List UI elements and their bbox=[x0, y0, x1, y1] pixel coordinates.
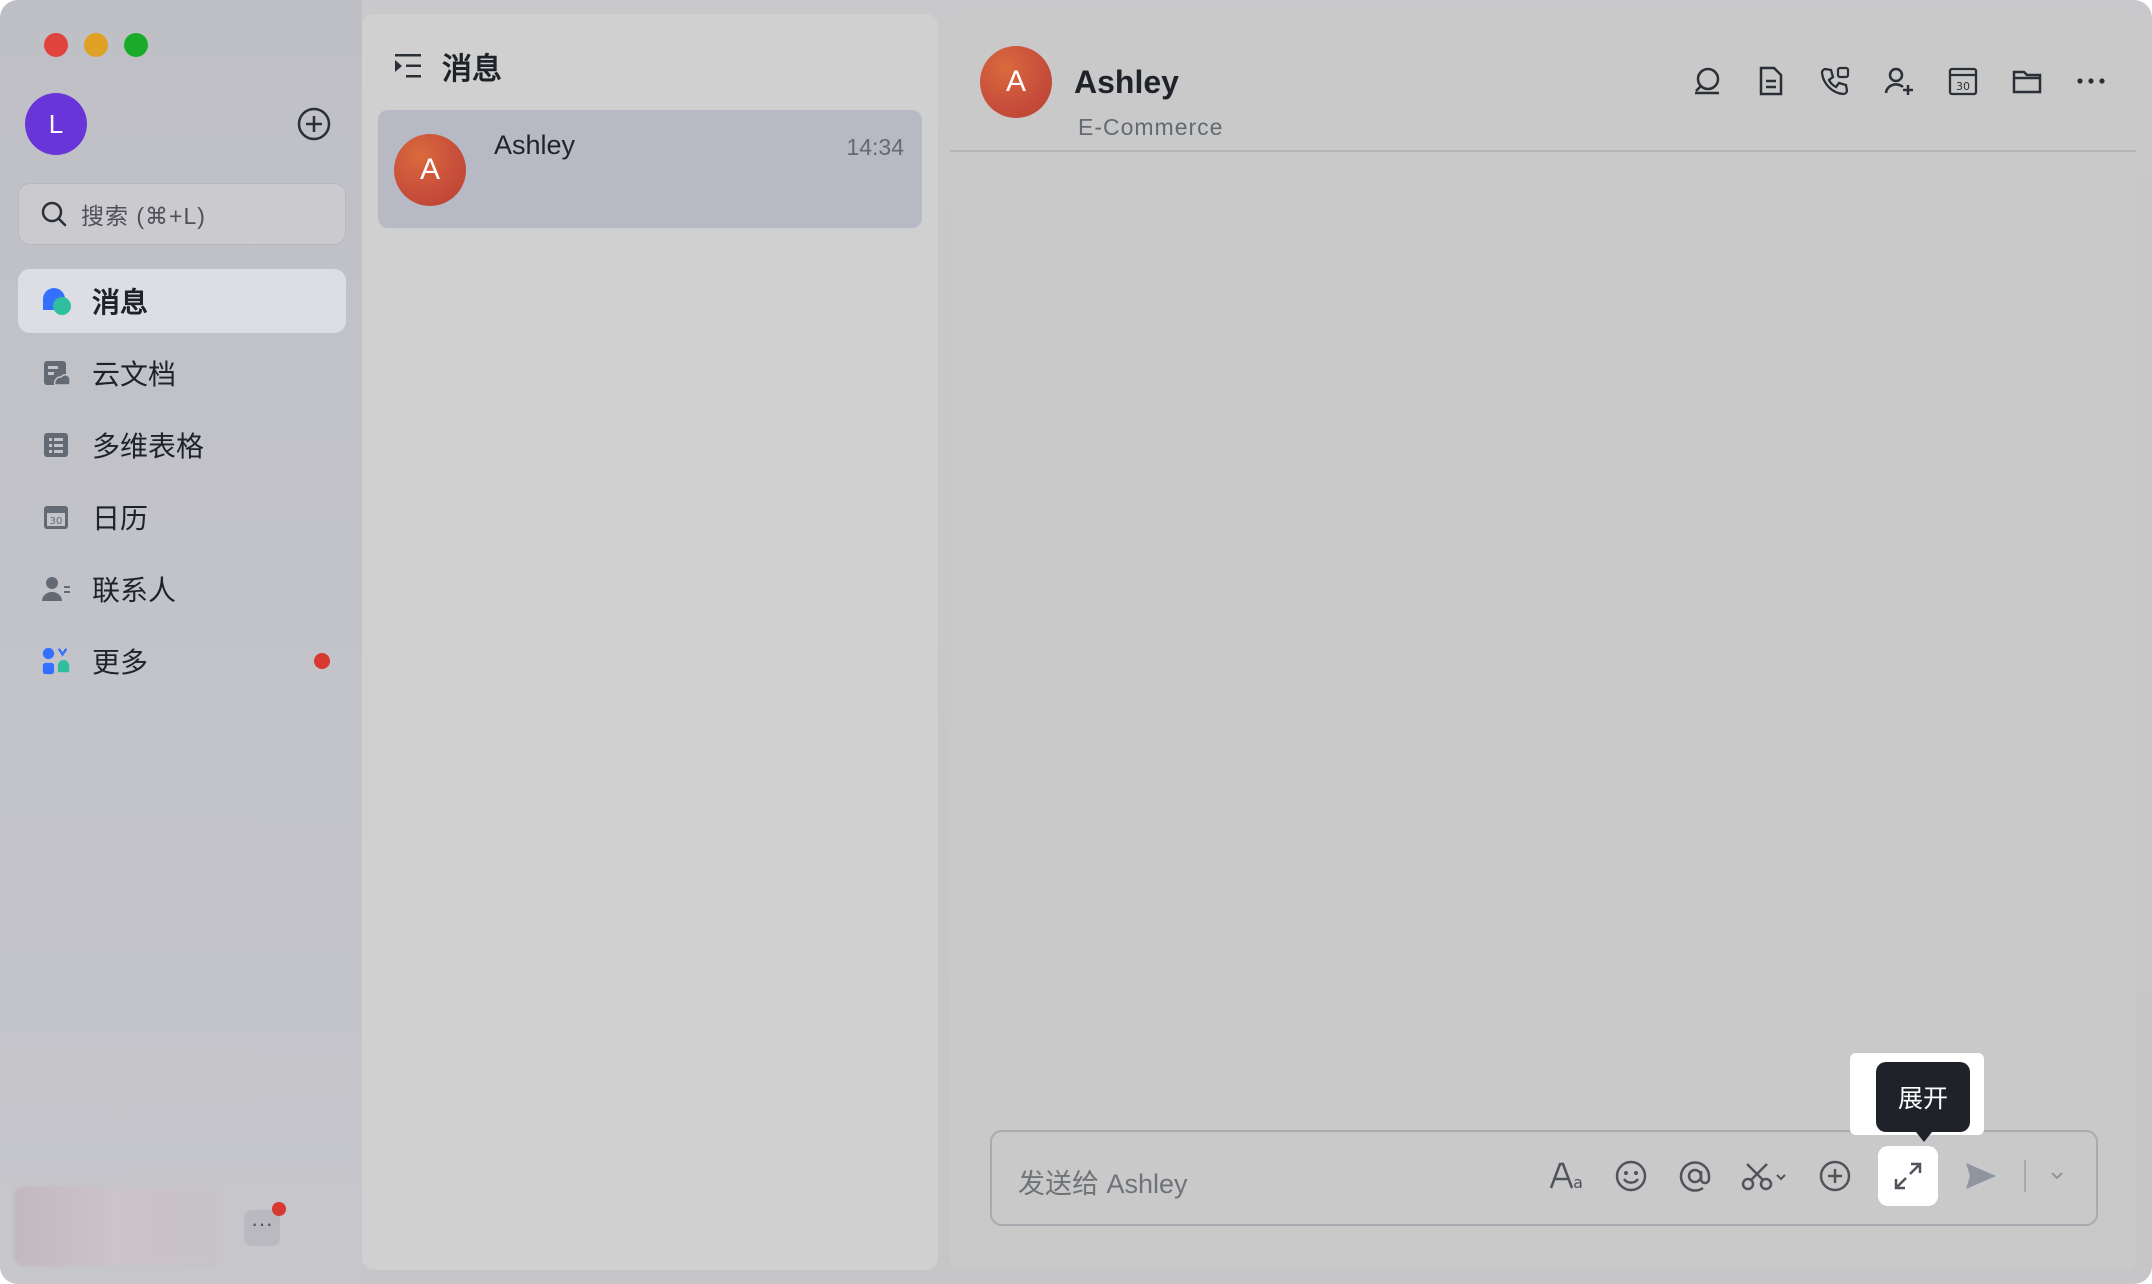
sidebar-item-messages[interactable]: 消息 bbox=[18, 269, 346, 333]
more-options-button[interactable]: ··· bbox=[244, 1202, 286, 1246]
create-new-button[interactable] bbox=[296, 106, 332, 142]
add-member-icon[interactable] bbox=[1882, 64, 1916, 98]
chat-name: Ashley bbox=[494, 130, 576, 160]
expand-button[interactable] bbox=[1878, 1146, 1938, 1206]
contact-avatar: A bbox=[394, 134, 466, 206]
chat-list-title: 消息 bbox=[442, 53, 502, 86]
apps-icon bbox=[40, 645, 72, 677]
sidebar-item-label: 更多 bbox=[92, 647, 149, 678]
sidebar-item-contacts[interactable]: 联系人 bbox=[18, 557, 346, 621]
plus-circle-icon bbox=[297, 107, 331, 141]
collapse-list-icon[interactable] bbox=[392, 52, 424, 80]
svg-text:30: 30 bbox=[50, 516, 63, 527]
notification-dot bbox=[314, 653, 330, 669]
tooltip-text: 展开 bbox=[1897, 1085, 1948, 1113]
chat-time: 14:34 bbox=[846, 134, 904, 160]
close-window-button[interactable] bbox=[44, 33, 68, 57]
app-window: L 搜索 (⌘+L) 消息 云文档 多维表格 30 日历 联系人 更多 ··· … bbox=[0, 0, 2152, 1284]
sidebar-item-label: 联系人 bbox=[92, 575, 177, 606]
emoji-icon[interactable] bbox=[1610, 1154, 1652, 1198]
base-table-icon bbox=[40, 429, 72, 461]
chat-list-item[interactable]: A Ashley 14:34 bbox=[378, 110, 922, 228]
send-icon[interactable] bbox=[1960, 1154, 2002, 1198]
sidebar-item-docs[interactable]: 云文档 bbox=[18, 341, 346, 405]
search-input[interactable]: 搜索 (⌘+L) bbox=[18, 183, 346, 245]
user-avatar[interactable]: L bbox=[25, 93, 87, 155]
blurred-profile-area bbox=[14, 1186, 222, 1266]
cloud-doc-icon bbox=[40, 357, 72, 389]
message-composer[interactable]: 发送给 Ashley a bbox=[990, 1130, 2098, 1226]
sidebar-item-label: 云文档 bbox=[92, 359, 177, 390]
sidebar-item-base[interactable]: 多维表格 bbox=[18, 413, 346, 477]
svg-text:30: 30 bbox=[1956, 80, 1970, 93]
more-label: ··· bbox=[251, 1211, 273, 1236]
screenshot-icon[interactable] bbox=[1738, 1154, 1792, 1198]
mention-icon[interactable] bbox=[1674, 1154, 1716, 1198]
conversation-title[interactable]: Ashley bbox=[1074, 64, 1179, 101]
sidebar: L 搜索 (⌘+L) 消息 云文档 多维表格 30 日历 联系人 更多 ··· bbox=[0, 0, 362, 1284]
phone-call-icon[interactable] bbox=[1818, 64, 1852, 98]
more-icon[interactable] bbox=[2074, 64, 2108, 98]
expand-icon bbox=[1894, 1162, 1922, 1190]
search-icon bbox=[41, 201, 67, 227]
minimize-window-button[interactable] bbox=[84, 33, 108, 57]
composer-placeholder: 发送给 Ashley bbox=[1018, 1169, 1188, 1199]
send-options-icon[interactable] bbox=[2048, 1154, 2066, 1198]
composer-toolbar: a bbox=[1546, 1146, 2066, 1206]
contacts-icon bbox=[40, 573, 72, 605]
text-format-icon[interactable]: a bbox=[1546, 1154, 1588, 1198]
sidebar-item-more[interactable]: 更多 bbox=[18, 629, 346, 693]
sidebar-item-label: 日历 bbox=[92, 503, 149, 534]
sidebar-item-label: 多维表格 bbox=[92, 431, 205, 462]
folder-icon[interactable] bbox=[2010, 64, 2044, 98]
contact-avatar[interactable]: A bbox=[980, 46, 1052, 118]
sidebar-item-calendar[interactable]: 30 日历 bbox=[18, 485, 346, 549]
svg-text:a: a bbox=[1573, 1173, 1583, 1192]
divider bbox=[2024, 1160, 2026, 1192]
conversation-subtitle: E-Commerce bbox=[1078, 114, 1224, 140]
search-chat-icon[interactable] bbox=[1690, 64, 1724, 98]
search-placeholder: 搜索 (⌘+L) bbox=[81, 203, 206, 229]
doc-icon[interactable] bbox=[1754, 64, 1788, 98]
conversation-toolbar: 30 bbox=[1690, 64, 2108, 98]
add-icon[interactable] bbox=[1814, 1154, 1856, 1198]
expand-tooltip: 展开 bbox=[1876, 1062, 1970, 1142]
chat-bubbles-icon bbox=[40, 285, 72, 317]
conversation-header: A Ashley E-Commerce 30 bbox=[950, 14, 2136, 152]
chat-list-panel: 消息 A Ashley 14:34 bbox=[362, 14, 938, 1270]
chat-list-header: 消息 bbox=[392, 44, 502, 88]
zoom-window-button[interactable] bbox=[124, 33, 148, 57]
notification-dot bbox=[272, 1202, 286, 1216]
sidebar-item-label: 消息 bbox=[92, 287, 149, 318]
calendar-icon[interactable]: 30 bbox=[1946, 64, 1980, 98]
calendar-icon: 30 bbox=[40, 501, 72, 533]
